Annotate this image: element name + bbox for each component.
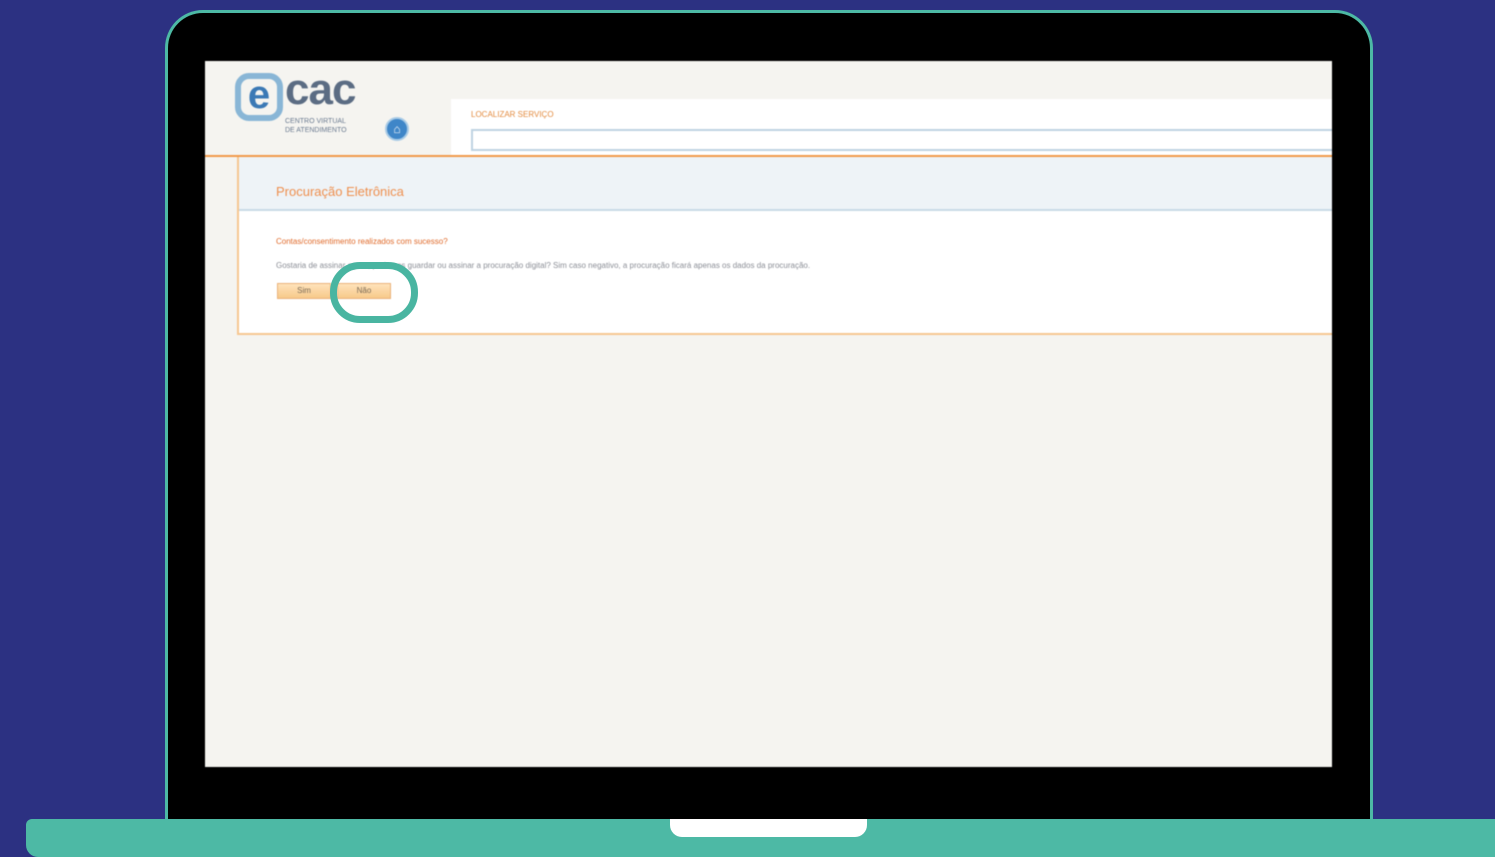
search-input[interactable] <box>471 129 1332 151</box>
home-icon[interactable]: ⌂ <box>385 117 409 141</box>
panel-header: Procuração Eletrônica <box>239 157 1332 211</box>
logo-subtitle: CENTRO VIRTUAL DE ATENDIMENTO <box>285 117 375 135</box>
logo-subtitle-line2: DE ATENDIMENTO <box>285 127 347 134</box>
ecac-logo[interactable]: e cac CENTRO VIRTUAL DE ATENDIMENTO <box>235 65 365 141</box>
yes-button[interactable]: Sim <box>277 283 331 299</box>
logo-subtitle-line1: CENTRO VIRTUAL <box>285 118 346 125</box>
question-title: Contas/consentimento realizados com suce… <box>276 237 448 246</box>
search-label: LOCALIZAR SERVIÇO <box>471 110 554 119</box>
panel-title: Procuração Eletrônica <box>276 184 404 199</box>
logo-e-mark: e <box>235 73 283 121</box>
laptop-notch <box>670 819 867 837</box>
browser-screen: e cac CENTRO VIRTUAL DE ATENDIMENTO ⌂ LO… <box>205 61 1332 767</box>
service-search-area: LOCALIZAR SERVIÇO <box>451 99 1332 156</box>
highlight-ring <box>330 262 418 323</box>
logo-name: cac <box>285 65 356 114</box>
